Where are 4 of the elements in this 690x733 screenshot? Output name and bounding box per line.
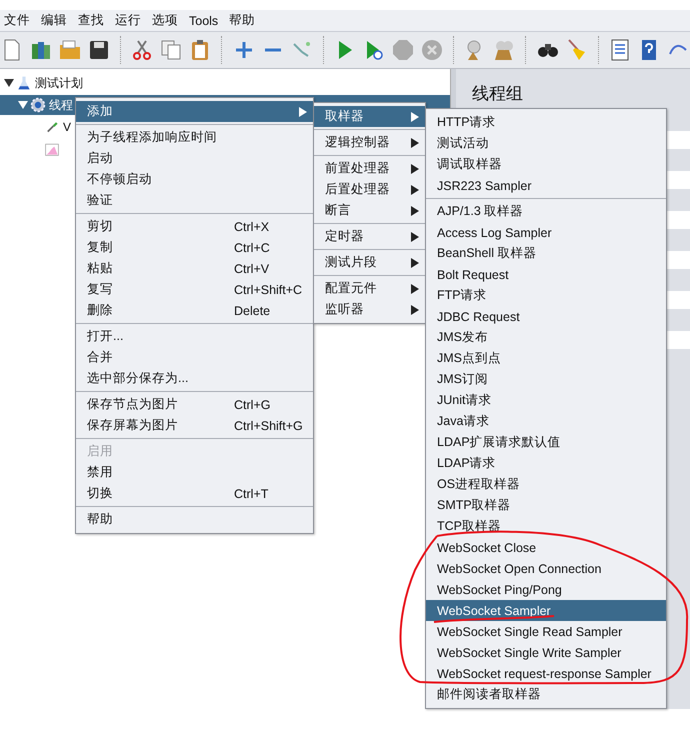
- tree-label: 线程: [49, 96, 73, 114]
- tree-label: V: [63, 120, 72, 134]
- tree-label: 测试计划: [35, 74, 83, 92]
- panel-title: 线程组: [471, 83, 524, 105]
